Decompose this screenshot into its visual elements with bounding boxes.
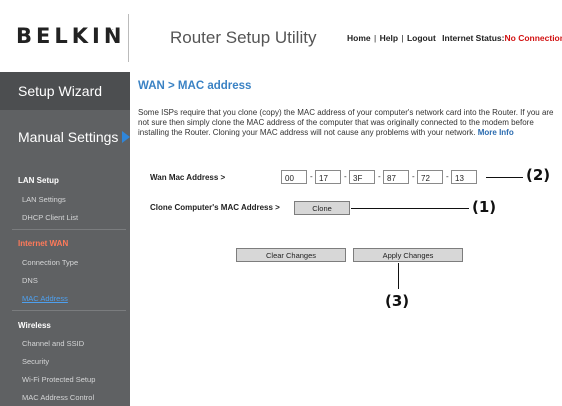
sidebar-item-dns[interactable]: DNS	[22, 276, 38, 285]
sidebar-item-security[interactable]: Security	[22, 357, 49, 366]
home-link[interactable]: Home	[347, 33, 371, 43]
sidebar-section-internet-wan: Internet WAN	[18, 239, 69, 248]
sidebar-setup-wizard[interactable]: Setup Wizard	[0, 72, 130, 110]
more-info-link[interactable]: More Info	[478, 128, 514, 137]
callout-3: (3)	[385, 292, 410, 310]
callout-3-line	[398, 263, 399, 289]
callout-2-line	[486, 177, 523, 178]
link-separator: |	[401, 33, 404, 43]
sidebar-item-mac-address[interactable]: MAC Address	[22, 294, 68, 303]
sidebar-section-lan-setup: LAN Setup	[18, 176, 59, 185]
mac-separator: -	[378, 172, 381, 181]
sidebar-item-dhcp-client-list[interactable]: DHCP Client List	[22, 213, 78, 222]
mac-separator: -	[446, 172, 449, 181]
app-title: Router Setup Utility	[170, 28, 317, 47]
logo-mark: .	[112, 26, 114, 32]
internet-status-value: No Connection	[504, 33, 562, 43]
mac-octet-2[interactable]	[315, 170, 341, 184]
callout-1-line	[351, 208, 469, 209]
mac-octet-3[interactable]	[349, 170, 375, 184]
header: BELKIN . Router Setup Utility Home | Hel…	[0, 0, 562, 72]
page-title: WAN > MAC address	[138, 80, 252, 92]
sidebar-item-lan-settings[interactable]: LAN Settings	[22, 195, 66, 204]
mac-separator: -	[412, 172, 415, 181]
sidebar-divider	[12, 229, 126, 230]
clone-mac-label: Clone Computer's MAC Address >	[150, 203, 280, 212]
mac-separator: -	[310, 172, 313, 181]
sidebar-item-connection-type[interactable]: Connection Type	[22, 258, 78, 267]
sidebar-item-wps[interactable]: Wi-Fi Protected Setup	[22, 375, 95, 384]
sidebar-section-wireless: Wireless	[18, 321, 51, 330]
top-links: Home | Help | Logout Internet Status:No …	[347, 33, 562, 43]
manual-settings-label: Manual Settings	[18, 129, 119, 145]
clone-button[interactable]: Clone	[294, 201, 350, 215]
mac-octet-6[interactable]	[451, 170, 477, 184]
apply-changes-button[interactable]: Apply Changes	[353, 248, 463, 262]
mac-octet-4[interactable]	[383, 170, 409, 184]
logout-link[interactable]: Logout	[407, 33, 436, 43]
callout-2: (2)	[526, 166, 551, 184]
header-divider	[128, 14, 129, 62]
sidebar: Setup Wizard Manual Settings LAN Setup L…	[0, 72, 131, 406]
help-link[interactable]: Help	[380, 33, 398, 43]
clear-changes-button[interactable]: Clear Changes	[236, 248, 346, 262]
intro-text: Some ISPs require that you clone (copy) …	[138, 108, 554, 138]
sidebar-manual-settings[interactable]: Manual Settings	[0, 116, 131, 162]
link-separator: |	[374, 33, 377, 43]
internet-status-label: Internet Status:	[442, 33, 505, 43]
callout-1: (1)	[472, 198, 497, 216]
wan-mac-label: Wan Mac Address >	[150, 173, 226, 182]
mac-octet-1[interactable]	[281, 170, 307, 184]
sidebar-divider	[12, 310, 126, 311]
sidebar-item-channel-ssid[interactable]: Channel and SSID	[22, 339, 84, 348]
sidebar-item-mac-address-control[interactable]: MAC Address Control	[22, 393, 94, 402]
belkin-logo: BELKIN	[16, 24, 126, 48]
mac-octet-5[interactable]	[417, 170, 443, 184]
triangle-right-icon	[122, 131, 131, 143]
mac-separator: -	[344, 172, 347, 181]
